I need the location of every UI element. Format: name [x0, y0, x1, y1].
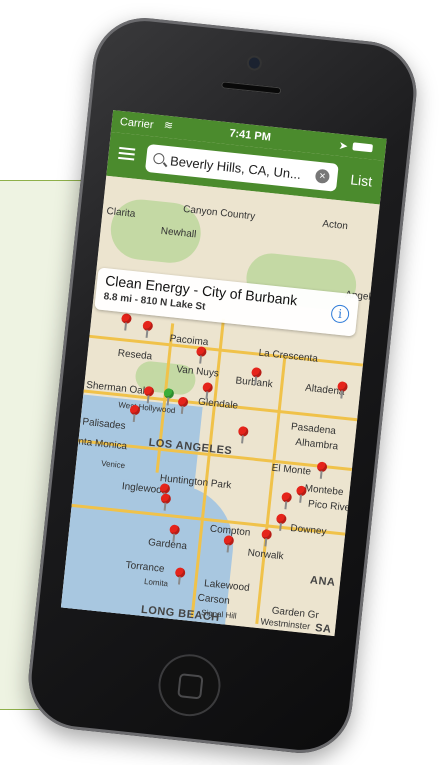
- station-pin[interactable]: [142, 320, 154, 332]
- station-pin[interactable]: [281, 491, 293, 503]
- phone-device: Carrier ≋ 7:41 PM ➤ Beverly Hills, CA, U…: [23, 12, 422, 759]
- search-value: Beverly Hills, CA, Un...: [169, 153, 302, 183]
- station-pin[interactable]: [143, 385, 155, 397]
- map-view[interactable]: Clarita Canyon Country Newhall Acton Ang…: [60, 175, 380, 637]
- station-pin[interactable]: [120, 313, 132, 325]
- map-label: Reseda: [117, 347, 153, 363]
- menu-icon[interactable]: [118, 146, 136, 161]
- map-label: SA: [314, 622, 332, 636]
- status-time: 7:41 PM: [228, 127, 272, 144]
- station-pin[interactable]: [251, 366, 263, 378]
- map-label: Downey: [289, 522, 327, 538]
- info-icon[interactable]: i: [330, 304, 351, 324]
- station-pin[interactable]: [237, 425, 249, 437]
- station-pin[interactable]: [337, 381, 349, 393]
- list-button[interactable]: List: [350, 171, 373, 189]
- station-pin[interactable]: [275, 513, 287, 525]
- map-label: Norwalk: [247, 547, 285, 563]
- map-label: La Crescenta: [258, 347, 319, 365]
- home-square-icon: [177, 673, 204, 700]
- map-label: Alhambra: [294, 436, 339, 453]
- station-pin[interactable]: [295, 485, 307, 497]
- battery-icon: [352, 142, 374, 153]
- search-icon: [152, 152, 165, 165]
- phone-screen: Carrier ≋ 7:41 PM ➤ Beverly Hills, CA, U…: [60, 110, 387, 637]
- map-label: Glendale: [197, 396, 239, 412]
- wifi-icon: ≋: [163, 119, 174, 133]
- front-camera: [248, 57, 261, 70]
- station-pin[interactable]: [195, 346, 207, 358]
- clear-search-icon[interactable]: ×: [314, 168, 331, 184]
- home-button[interactable]: [155, 651, 224, 720]
- map-label: Pico Rive: [307, 498, 351, 514]
- map-label: Pasadena: [290, 421, 337, 438]
- map-label: ANA: [309, 574, 336, 589]
- map-label: Montebe: [304, 483, 344, 499]
- carrier-label: Carrier: [119, 115, 155, 132]
- map-label: Acton: [321, 218, 349, 233]
- map-highway: [255, 355, 287, 625]
- map-label: Clarita: [105, 205, 136, 220]
- earpiece-speaker: [221, 81, 282, 95]
- location-icon: ➤: [338, 139, 349, 153]
- station-pin[interactable]: [316, 461, 328, 473]
- station-pin-selected[interactable]: [163, 387, 175, 399]
- station-pin[interactable]: [202, 381, 214, 393]
- station-pin[interactable]: [261, 528, 273, 540]
